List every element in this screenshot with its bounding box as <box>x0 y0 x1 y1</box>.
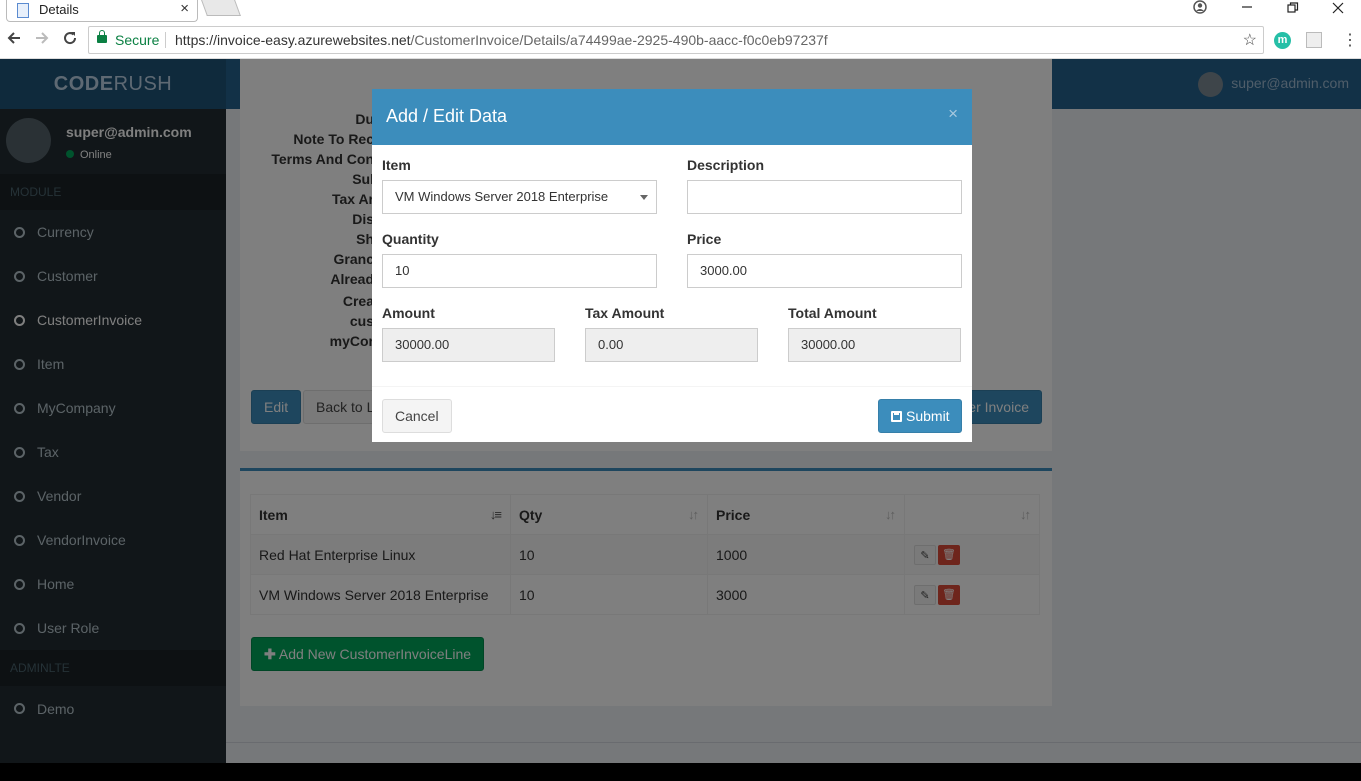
secure-label: Secure <box>115 32 160 48</box>
chevron-down-icon <box>640 195 648 200</box>
tax-amount-label: Tax Amount <box>585 305 665 321</box>
description-input[interactable] <box>687 180 962 214</box>
page-icon <box>17 3 29 18</box>
item-label: Item <box>382 157 411 173</box>
cancel-button[interactable]: Cancel <box>382 399 452 433</box>
forward-arrow-icon[interactable] <box>34 30 50 49</box>
window-close-icon[interactable] <box>1332 1 1344 18</box>
add-edit-modal: Add / Edit Data × Item VM Windows Server… <box>372 89 972 442</box>
quantity-input[interactable]: 10 <box>382 254 657 288</box>
url-path: /CustomerInvoice/Details/a74499ae-2925-4… <box>410 32 828 48</box>
bookmark-star-icon[interactable]: ☆ <box>1243 30 1257 50</box>
quantity-label: Quantity <box>382 231 439 247</box>
tab-title: Details <box>39 2 79 17</box>
total-amount-label: Total Amount <box>788 305 877 321</box>
item-select[interactable]: VM Windows Server 2018 Enterprise <box>382 180 657 214</box>
save-icon <box>891 411 902 422</box>
amount-input: 30000.00 <box>382 328 555 362</box>
description-label: Description <box>687 157 765 173</box>
browser-menu-icon[interactable]: ⋮ <box>1342 30 1358 50</box>
restore-icon[interactable] <box>1287 1 1299 18</box>
modal-close-icon[interactable]: × <box>948 104 958 124</box>
price-input[interactable]: 3000.00 <box>687 254 962 288</box>
modal-title: Add / Edit Data <box>386 106 508 126</box>
extension-m-icon[interactable]: m <box>1274 32 1291 49</box>
back-arrow-icon[interactable] <box>6 30 22 49</box>
profile-icon[interactable] <box>1193 0 1207 18</box>
item-select-value: VM Windows Server 2018 Enterprise <box>395 189 609 204</box>
tab-close-icon[interactable]: × <box>180 0 189 17</box>
browser-tab-strip: Details × <box>0 0 1361 22</box>
amount-label: Amount <box>382 305 435 321</box>
reload-icon[interactable] <box>62 30 78 49</box>
address-bar[interactable]: Secure https://invoice-easy.azurewebsite… <box>88 26 1264 54</box>
price-label: Price <box>687 231 722 247</box>
modal-footer: Cancel Submit <box>372 386 972 433</box>
new-tab-button[interactable] <box>201 0 241 16</box>
minimize-icon[interactable] <box>1241 0 1253 20</box>
modal-header: Add / Edit Data × <box>372 89 972 145</box>
extension-grid-icon[interactable] <box>1306 32 1322 48</box>
tax-amount-input: 0.00 <box>585 328 758 362</box>
submit-button[interactable]: Submit <box>878 399 962 433</box>
browser-toolbar: Secure https://invoice-easy.azurewebsite… <box>0 22 1361 59</box>
url-host: https://invoice-easy.azurewebsites.net <box>175 32 411 48</box>
url-text: https://invoice-easy.azurewebsites.net/C… <box>175 32 828 48</box>
browser-tab[interactable]: Details × <box>6 0 198 22</box>
lock-icon <box>97 30 107 43</box>
total-amount-input: 30000.00 <box>788 328 961 362</box>
